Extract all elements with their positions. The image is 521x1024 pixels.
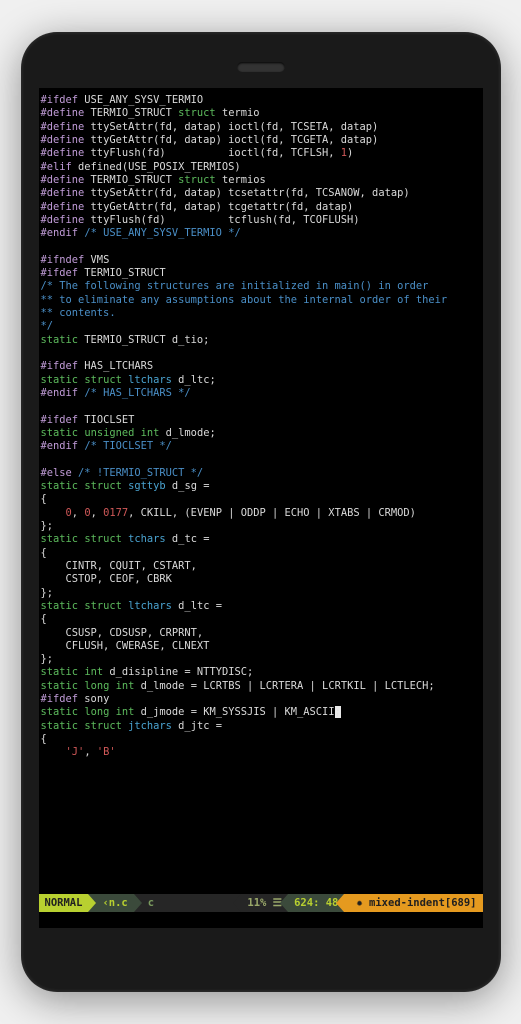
code-line: };	[41, 653, 481, 666]
code-line: #define ttySetAttr(fd, datap) tcsetattr(…	[41, 187, 481, 200]
code-line: static TERMIO_STRUCT d_tio;	[41, 334, 481, 347]
code-line: 0, 0, 0177, CKILL, (EVENP | ODDP | ECHO …	[41, 507, 481, 520]
code-line: #define ttyGetAttr(fd, datap) ioctl(fd, …	[41, 134, 481, 147]
code-line: #elif defined(USE_POSIX_TERMIOS)	[41, 161, 481, 174]
code-line: #endif /* HAS_LTCHARS */	[41, 387, 481, 400]
code-line: ** contents.	[41, 307, 481, 320]
code-line: #endif /* TIOCLSET */	[41, 440, 481, 453]
code-editor[interactable]: #ifdef USE_ANY_SYSV_TERMIO#define TERMIO…	[39, 88, 483, 894]
code-line: #ifdef USE_ANY_SYSV_TERMIO	[41, 94, 481, 107]
vim-statusline: NORMAL ‹n.c c 11% ☰ 624: 48 ✹ mixed-inde…	[39, 894, 483, 912]
code-line: #else /* !TERMIO_STRUCT */	[41, 467, 481, 480]
phone-frame: #ifdef USE_ANY_SYSV_TERMIO#define TERMIO…	[21, 32, 501, 992]
code-line: static struct jtchars d_jtc =	[41, 720, 481, 733]
code-line	[41, 400, 481, 413]
code-line: static struct sgttyb d_sg =	[41, 480, 481, 493]
code-line: CINTR, CQUIT, CSTART,	[41, 560, 481, 573]
status-mode: NORMAL	[39, 894, 89, 912]
code-line: #ifndef VMS	[41, 254, 481, 267]
status-warning: ✹ mixed-indent[689]	[344, 894, 482, 912]
code-line: static struct tchars d_tc =	[41, 533, 481, 546]
code-line: 'J', 'B'	[41, 746, 481, 759]
code-line: #ifdef HAS_LTCHARS	[41, 360, 481, 373]
code-line: #define ttyGetAttr(fd, datap) tcgetattr(…	[41, 201, 481, 214]
code-line: #ifdef TERMIO_STRUCT	[41, 267, 481, 280]
terminal-screen[interactable]: #ifdef USE_ANY_SYSV_TERMIO#define TERMIO…	[39, 88, 483, 928]
code-line: static int d_disipline = NTTYDISC;	[41, 666, 481, 679]
code-line: CFLUSH, CWERASE, CLNEXT	[41, 640, 481, 653]
code-line: {	[41, 613, 481, 626]
warning-icon: ✹	[356, 897, 362, 909]
code-line: {	[41, 733, 481, 746]
code-line: static long int d_jmode = KM_SYSSJIS | K…	[41, 706, 481, 719]
command-line[interactable]	[39, 912, 483, 928]
code-line: #define TERMIO_STRUCT struct termios	[41, 174, 481, 187]
code-line	[41, 453, 481, 466]
code-line: #ifdef sony	[41, 693, 481, 706]
code-line: {	[41, 493, 481, 506]
code-line: #ifdef TIOCLSET	[41, 414, 481, 427]
code-line: static struct ltchars d_ltc =	[41, 600, 481, 613]
code-line: #define ttyFlush(fd) tcflush(fd, TCOFLUS…	[41, 214, 481, 227]
code-line: CSTOP, CEOF, CBRK	[41, 573, 481, 586]
code-line: CSUSP, CDSUSP, CRPRNT,	[41, 627, 481, 640]
code-line: ** to eliminate any assumptions about th…	[41, 294, 481, 307]
code-line	[41, 760, 481, 773]
code-line: static long int d_lmode = LCRTBS | LCRTE…	[41, 680, 481, 693]
code-line	[41, 240, 481, 253]
code-line: {	[41, 547, 481, 560]
code-line: #define ttySetAttr(fd, datap) ioctl(fd, …	[41, 121, 481, 134]
code-line: #define TERMIO_STRUCT struct termio	[41, 107, 481, 120]
speaker-grille	[237, 62, 285, 72]
code-line: static struct ltchars d_ltc;	[41, 374, 481, 387]
code-line	[41, 347, 481, 360]
code-line: };	[41, 587, 481, 600]
code-line: };	[41, 520, 481, 533]
code-line: /* The following structures are initiali…	[41, 280, 481, 293]
status-spacer	[160, 894, 241, 912]
code-line: */	[41, 320, 481, 333]
code-line: #endif /* USE_ANY_SYSV_TERMIO */	[41, 227, 481, 240]
code-line: static unsigned int d_lmode;	[41, 427, 481, 440]
code-line: #define ttyFlush(fd) ioctl(fd, TCFLSH, 1…	[41, 147, 481, 160]
